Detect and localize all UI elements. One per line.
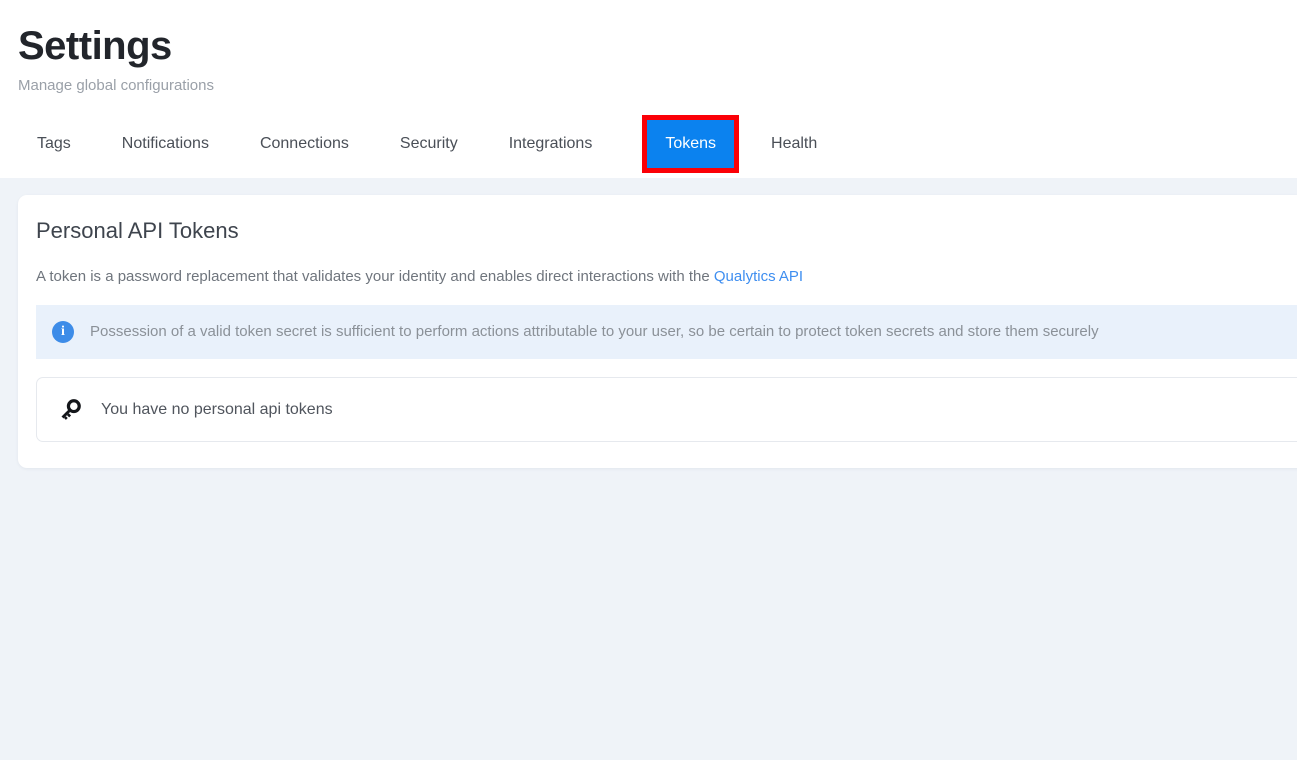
settings-tab-bar: Tags Notifications Connections Security …	[0, 115, 1297, 173]
page-body: Personal API Tokens A token is a passwor…	[0, 178, 1297, 760]
tab-connections[interactable]: Connections	[260, 120, 349, 168]
tab-tokens[interactable]: Tokens	[642, 115, 739, 173]
tab-notifications[interactable]: Notifications	[122, 120, 209, 168]
info-circle-icon: i	[52, 321, 74, 343]
card-description: A token is a password replacement that v…	[18, 245, 1297, 287]
tab-tags[interactable]: Tags	[37, 120, 71, 168]
card-description-text: A token is a password replacement that v…	[36, 268, 714, 285]
page-subtitle: Manage global configurations	[18, 77, 214, 94]
key-icon	[57, 397, 83, 423]
card-title: Personal API Tokens	[36, 218, 239, 243]
tab-security[interactable]: Security	[400, 120, 458, 168]
token-security-info-banner: i Possession of a valid token secret is …	[36, 305, 1297, 359]
personal-api-tokens-card: Personal API Tokens A token is a passwor…	[18, 195, 1297, 468]
tab-integrations[interactable]: Integrations	[509, 120, 593, 168]
qualytics-api-link[interactable]: Qualytics API	[714, 268, 803, 285]
page-header: Settings Manage global configurations Ta…	[0, 0, 1297, 178]
tab-health[interactable]: Health	[771, 120, 817, 168]
info-banner-text: Possession of a valid token secret is su…	[90, 323, 1099, 340]
page-title: Settings	[18, 24, 172, 68]
empty-tokens-text: You have no personal api tokens	[101, 400, 333, 418]
empty-tokens-row: You have no personal api tokens	[36, 377, 1297, 442]
